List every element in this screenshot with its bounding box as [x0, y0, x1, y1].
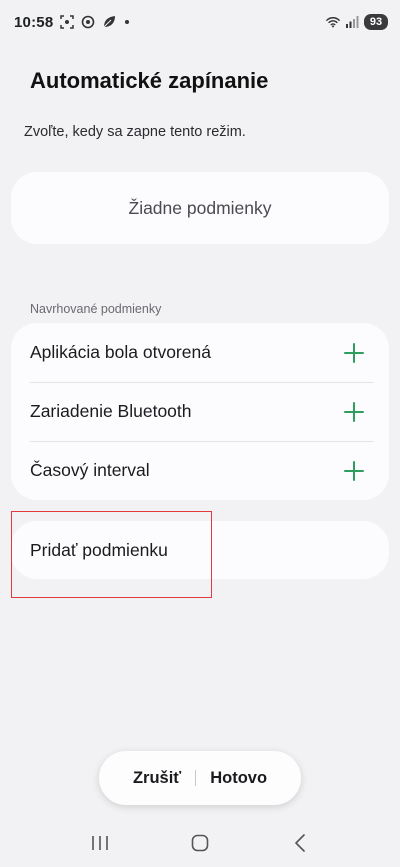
status-right: 93 — [326, 14, 388, 30]
cancel-button[interactable]: Zrušiť — [119, 769, 195, 788]
page-title: Automatické zapínanie — [30, 68, 269, 93]
status-time: 10:58 — [14, 13, 54, 31]
wifi-icon — [326, 15, 340, 29]
no-conditions-label: Žiadne podmienky — [128, 197, 272, 218]
done-button[interactable]: Hotovo — [196, 769, 281, 788]
highlight-box — [11, 511, 212, 598]
suggestion-bluetooth-device[interactable]: Zariadenie Bluetooth — [11, 382, 389, 441]
dot-icon — [125, 20, 130, 24]
action-pill: Zrušiť Hotovo — [99, 751, 301, 805]
smart-icon — [81, 15, 95, 29]
suggestion-label: Zariadenie Bluetooth — [30, 401, 192, 421]
plus-icon[interactable] — [343, 401, 365, 423]
current-conditions-card: Žiadne podmienky — [11, 172, 389, 244]
signal-icon — [345, 15, 359, 29]
status-bar: 10:58 93 — [0, 0, 400, 44]
plus-icon[interactable] — [343, 342, 365, 364]
recent-apps-icon[interactable] — [80, 828, 120, 858]
page-subtitle: Zvoľte, kedy sa zapne tento režim. — [24, 124, 246, 140]
suggestion-label: Aplikácia bola otvorená — [30, 342, 211, 362]
battery-icon: 93 — [364, 14, 388, 30]
screenshot-icon — [60, 15, 75, 29]
home-icon[interactable] — [180, 828, 220, 858]
suggested-conditions-list: Aplikácia bola otvorená Zariadenie Bluet… — [11, 323, 389, 500]
suggestion-time-interval[interactable]: Časový interval — [11, 441, 389, 500]
suggestion-app-opened[interactable]: Aplikácia bola otvorená — [11, 323, 389, 382]
suggestion-label: Časový interval — [30, 460, 150, 480]
plus-icon[interactable] — [343, 460, 365, 482]
back-icon[interactable] — [280, 828, 320, 858]
navigation-bar — [0, 818, 400, 867]
leaf-icon — [102, 15, 116, 29]
status-left: 10:58 — [14, 13, 130, 31]
suggested-section-header: Navrhované podmienky — [30, 302, 162, 316]
